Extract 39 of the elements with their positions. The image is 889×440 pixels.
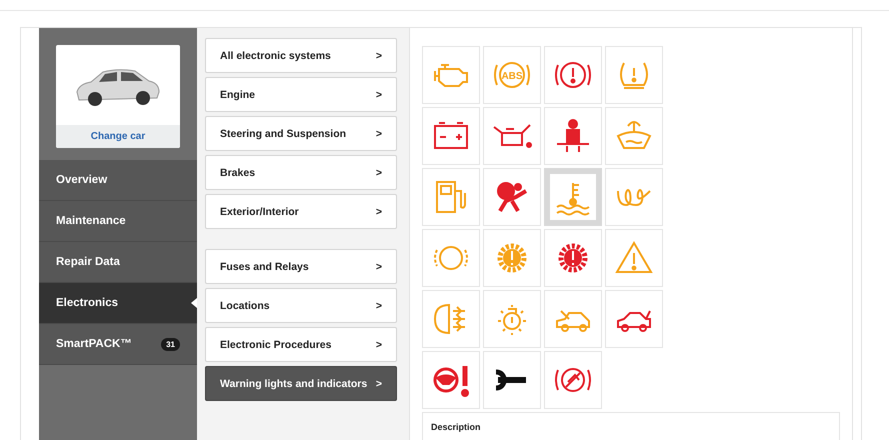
- warning-light-tile[interactable]: [544, 229, 602, 287]
- warning-light-tile[interactable]: [544, 168, 602, 226]
- menu-item[interactable]: Engine >: [205, 77, 397, 112]
- sidebar-item[interactable]: Overview: [39, 160, 197, 201]
- warning-light-tile[interactable]: [483, 107, 541, 165]
- warning-light-tile[interactable]: [422, 46, 480, 104]
- description-heading: Description: [431, 422, 482, 432]
- menu-item[interactable]: Electronic Procedures >: [205, 327, 397, 362]
- warning-light-tile[interactable]: [544, 351, 602, 409]
- warning-light-tile[interactable]: [422, 107, 480, 165]
- warning-light-tile[interactable]: [422, 290, 480, 348]
- menu-item[interactable]: Brakes >: [205, 155, 397, 190]
- warning-light-tile[interactable]: [483, 351, 541, 409]
- warning-light-tile[interactable]: [605, 107, 663, 165]
- menu-item[interactable]: Locations >: [205, 288, 397, 323]
- warning-light-tile[interactable]: [544, 290, 602, 348]
- sidebar-item[interactable]: Electronics: [39, 283, 197, 324]
- sidebar-item[interactable]: Maintenance: [39, 201, 197, 242]
- menu-item[interactable]: Exterior/Interior >: [205, 194, 397, 229]
- warning-light-tile[interactable]: [544, 46, 602, 104]
- menu-item[interactable]: Fuses and Relays >: [205, 249, 397, 284]
- warning-light-tile[interactable]: [483, 229, 541, 287]
- warning-light-tile[interactable]: [605, 290, 663, 348]
- warning-light-tile[interactable]: [544, 107, 602, 165]
- change-car-link[interactable]: Change car: [56, 125, 180, 148]
- menu-item[interactable]: Steering and Suspension >: [205, 116, 397, 151]
- warning-light-tile[interactable]: [422, 229, 480, 287]
- warning-light-tile[interactable]: [422, 351, 480, 409]
- sidebar-item[interactable]: SmartPACK™ 31: [39, 324, 197, 365]
- warning-light-tile[interactable]: [422, 168, 480, 226]
- warning-light-tile[interactable]: [605, 168, 663, 226]
- menu-item[interactable]: Warning lights and indicators >: [205, 366, 397, 401]
- warning-light-tile[interactable]: [483, 290, 541, 348]
- warning-light-tile[interactable]: [605, 46, 663, 104]
- sidebar-item[interactable]: Repair Data: [39, 242, 197, 283]
- warning-light-tile[interactable]: [483, 168, 541, 226]
- menu-item[interactable]: All electronic systems >: [205, 38, 397, 73]
- count-badge: 31: [161, 338, 180, 350]
- warning-light-tile[interactable]: [605, 229, 663, 287]
